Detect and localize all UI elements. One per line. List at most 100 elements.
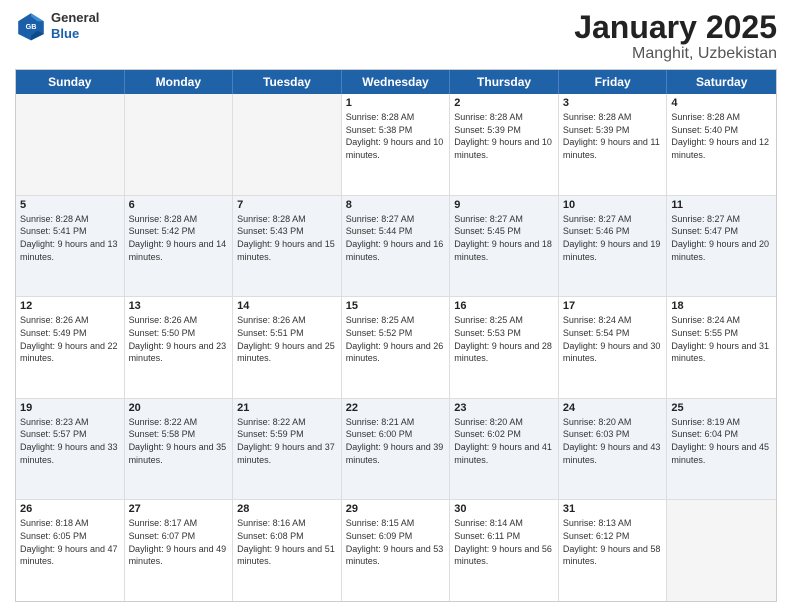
- day-number: 7: [237, 199, 337, 211]
- month-year: January 2025: [574, 10, 777, 45]
- day-number: 16: [454, 300, 554, 312]
- calendar-cell: 7 Sunrise: 8:28 AMSunset: 5:43 PMDaylight…: [233, 196, 342, 297]
- cell-info: Sunrise: 8:13 AMSunset: 6:12 PMDaylight:…: [563, 517, 663, 567]
- calendar-cell: [125, 94, 234, 195]
- calendar-cell: 18Sunrise: 8:24 AMSunset: 5:55 PMDayligh…: [667, 297, 776, 398]
- calendar-week-5: 26 Sunrise: 8:18 AMSunset: 6:05 PMDayligh…: [16, 500, 776, 601]
- day-number: 22: [346, 402, 446, 414]
- calendar-cell: 30Sunrise: 8:14 AMSunset: 6:11 PMDayligh…: [450, 500, 559, 601]
- logo-general: General: [51, 10, 99, 26]
- day-number: 11: [671, 199, 772, 211]
- calendar-cell: 25 Sunrise: 8:19 AMSunset: 6:04 PMDayligh…: [667, 399, 776, 500]
- logo: GB General Blue: [15, 10, 99, 42]
- cell-info: Sunrise: 8:27 AMSunset: 5:46 PMDaylight:…: [563, 213, 663, 263]
- calendar-week-4: 19 Sunrise: 8:23 AMSunset: 5:57 PMDayligh…: [16, 399, 776, 501]
- cell-info: Sunrise: 8:26 AMSunset: 5:49 PMDaylight:…: [20, 314, 120, 364]
- calendar-header: SundayMondayTuesdayWednesdayThursdayFrid…: [16, 70, 776, 94]
- calendar-cell: 22Sunrise: 8:21 AMSunset: 6:00 PMDayligh…: [342, 399, 451, 500]
- page: GB General Blue January 2025 Manghit, Uz…: [0, 0, 792, 612]
- cell-info: Sunrise: 8:23 AMSunset: 5:57 PMDaylight:…: [20, 416, 120, 466]
- cell-info: Sunrise: 8:27 AMSunset: 5:44 PMDaylight:…: [346, 213, 446, 263]
- calendar-cell: 27Sunrise: 8:17 AMSunset: 6:07 PMDayligh…: [125, 500, 234, 601]
- calendar-cell: 1Sunrise: 8:28 AMSunset: 5:38 PMDaylight…: [342, 94, 451, 195]
- day-number: 19: [20, 402, 120, 414]
- calendar-cell: [233, 94, 342, 195]
- logo-icon: GB: [15, 10, 47, 42]
- day-number: 26: [20, 503, 120, 515]
- cell-info: Sunrise: 8:20 AMSunset: 6:03 PMDaylight:…: [563, 416, 663, 466]
- calendar-cell: 9Sunrise: 8:27 AMSunset: 5:45 PMDaylight…: [450, 196, 559, 297]
- calendar-cell: 2 Sunrise: 8:28 AMSunset: 5:39 PMDaylight…: [450, 94, 559, 195]
- day-header-tuesday: Tuesday: [233, 70, 342, 94]
- location: Manghit, Uzbekistan: [574, 45, 777, 63]
- logo-blue: Blue: [51, 26, 99, 42]
- cell-info: Sunrise: 8:24 AMSunset: 5:54 PMDaylight:…: [563, 314, 663, 364]
- calendar-cell: 20 Sunrise: 8:22 AMSunset: 5:58 PMDayligh…: [125, 399, 234, 500]
- calendar-cell: [667, 500, 776, 601]
- cell-info: Sunrise: 8:20 AMSunset: 6:02 PMDaylight:…: [454, 416, 554, 466]
- calendar-cell: 24 Sunrise: 8:20 AMSunset: 6:03 PMDayligh…: [559, 399, 668, 500]
- calendar-cell: [16, 94, 125, 195]
- day-number: 31: [563, 503, 663, 515]
- day-number: 25: [671, 402, 772, 414]
- calendar-cell: 11 Sunrise: 8:27 AMSunset: 5:47 PMDayligh…: [667, 196, 776, 297]
- calendar-cell: 31 Sunrise: 8:13 AMSunset: 6:12 PMDayligh…: [559, 500, 668, 601]
- day-number: 12: [20, 300, 120, 312]
- cell-info: Sunrise: 8:28 AMSunset: 5:39 PMDaylight:…: [454, 111, 554, 161]
- cell-info: Sunrise: 8:25 AMSunset: 5:52 PMDaylight:…: [346, 314, 446, 364]
- cell-info: Sunrise: 8:19 AMSunset: 6:04 PMDaylight:…: [671, 416, 772, 466]
- day-number: 28: [237, 503, 337, 515]
- day-header-friday: Friday: [559, 70, 668, 94]
- cell-info: Sunrise: 8:28 AMSunset: 5:43 PMDaylight:…: [237, 213, 337, 263]
- calendar-cell: 19 Sunrise: 8:23 AMSunset: 5:57 PMDayligh…: [16, 399, 125, 500]
- calendar-week-3: 12 Sunrise: 8:26 AMSunset: 5:49 PMDayligh…: [16, 297, 776, 399]
- calendar-cell: 15 Sunrise: 8:25 AMSunset: 5:52 PMDayligh…: [342, 297, 451, 398]
- day-number: 3: [563, 97, 663, 109]
- day-number: 23: [454, 402, 554, 414]
- cell-info: Sunrise: 8:27 AMSunset: 5:45 PMDaylight:…: [454, 213, 554, 263]
- day-header-saturday: Saturday: [667, 70, 776, 94]
- calendar-cell: 17 Sunrise: 8:24 AMSunset: 5:54 PMDayligh…: [559, 297, 668, 398]
- day-number: 8: [346, 199, 446, 211]
- cell-info: Sunrise: 8:15 AMSunset: 6:09 PMDaylight:…: [346, 517, 446, 567]
- cell-info: Sunrise: 8:26 AMSunset: 5:51 PMDaylight:…: [237, 314, 337, 364]
- cell-info: Sunrise: 8:28 AMSunset: 5:42 PMDaylight:…: [129, 213, 229, 263]
- calendar-cell: 16Sunrise: 8:25 AMSunset: 5:53 PMDayligh…: [450, 297, 559, 398]
- calendar-cell: 5Sunrise: 8:28 AMSunset: 5:41 PMDaylight…: [16, 196, 125, 297]
- calendar-cell: 4 Sunrise: 8:28 AMSunset: 5:40 PMDaylight…: [667, 94, 776, 195]
- calendar-cell: 10Sunrise: 8:27 AMSunset: 5:46 PMDayligh…: [559, 196, 668, 297]
- day-number: 14: [237, 300, 337, 312]
- calendar-cell: 21 Sunrise: 8:22 AMSunset: 5:59 PMDayligh…: [233, 399, 342, 500]
- day-number: 15: [346, 300, 446, 312]
- calendar-cell: 12 Sunrise: 8:26 AMSunset: 5:49 PMDayligh…: [16, 297, 125, 398]
- calendar: SundayMondayTuesdayWednesdayThursdayFrid…: [15, 69, 777, 602]
- day-number: 17: [563, 300, 663, 312]
- day-number: 29: [346, 503, 446, 515]
- calendar-cell: 28 Sunrise: 8:16 AMSunset: 6:08 PMDayligh…: [233, 500, 342, 601]
- cell-info: Sunrise: 8:16 AMSunset: 6:08 PMDaylight:…: [237, 517, 337, 567]
- cell-info: Sunrise: 8:18 AMSunset: 6:05 PMDaylight:…: [20, 517, 120, 567]
- calendar-cell: 14 Sunrise: 8:26 AMSunset: 5:51 PMDayligh…: [233, 297, 342, 398]
- title-block: January 2025 Manghit, Uzbekistan: [574, 10, 777, 63]
- day-number: 5: [20, 199, 120, 211]
- day-number: 21: [237, 402, 337, 414]
- day-number: 24: [563, 402, 663, 414]
- day-number: 6: [129, 199, 229, 211]
- day-header-sunday: Sunday: [16, 70, 125, 94]
- calendar-cell: 3Sunrise: 8:28 AMSunset: 5:39 PMDaylight…: [559, 94, 668, 195]
- calendar-body: 1Sunrise: 8:28 AMSunset: 5:38 PMDaylight…: [16, 94, 776, 601]
- day-number: 2: [454, 97, 554, 109]
- cell-info: Sunrise: 8:27 AMSunset: 5:47 PMDaylight:…: [671, 213, 772, 263]
- calendar-cell: 6 Sunrise: 8:28 AMSunset: 5:42 PMDaylight…: [125, 196, 234, 297]
- day-header-monday: Monday: [125, 70, 234, 94]
- calendar-cell: 13 Sunrise: 8:26 AMSunset: 5:50 PMDayligh…: [125, 297, 234, 398]
- cell-info: Sunrise: 8:26 AMSunset: 5:50 PMDaylight:…: [129, 314, 229, 364]
- day-number: 20: [129, 402, 229, 414]
- calendar-cell: 29 Sunrise: 8:15 AMSunset: 6:09 PMDayligh…: [342, 500, 451, 601]
- day-number: 4: [671, 97, 772, 109]
- cell-info: Sunrise: 8:22 AMSunset: 5:58 PMDaylight:…: [129, 416, 229, 466]
- day-number: 30: [454, 503, 554, 515]
- cell-info: Sunrise: 8:22 AMSunset: 5:59 PMDaylight:…: [237, 416, 337, 466]
- day-number: 13: [129, 300, 229, 312]
- cell-info: Sunrise: 8:28 AMSunset: 5:40 PMDaylight:…: [671, 111, 772, 161]
